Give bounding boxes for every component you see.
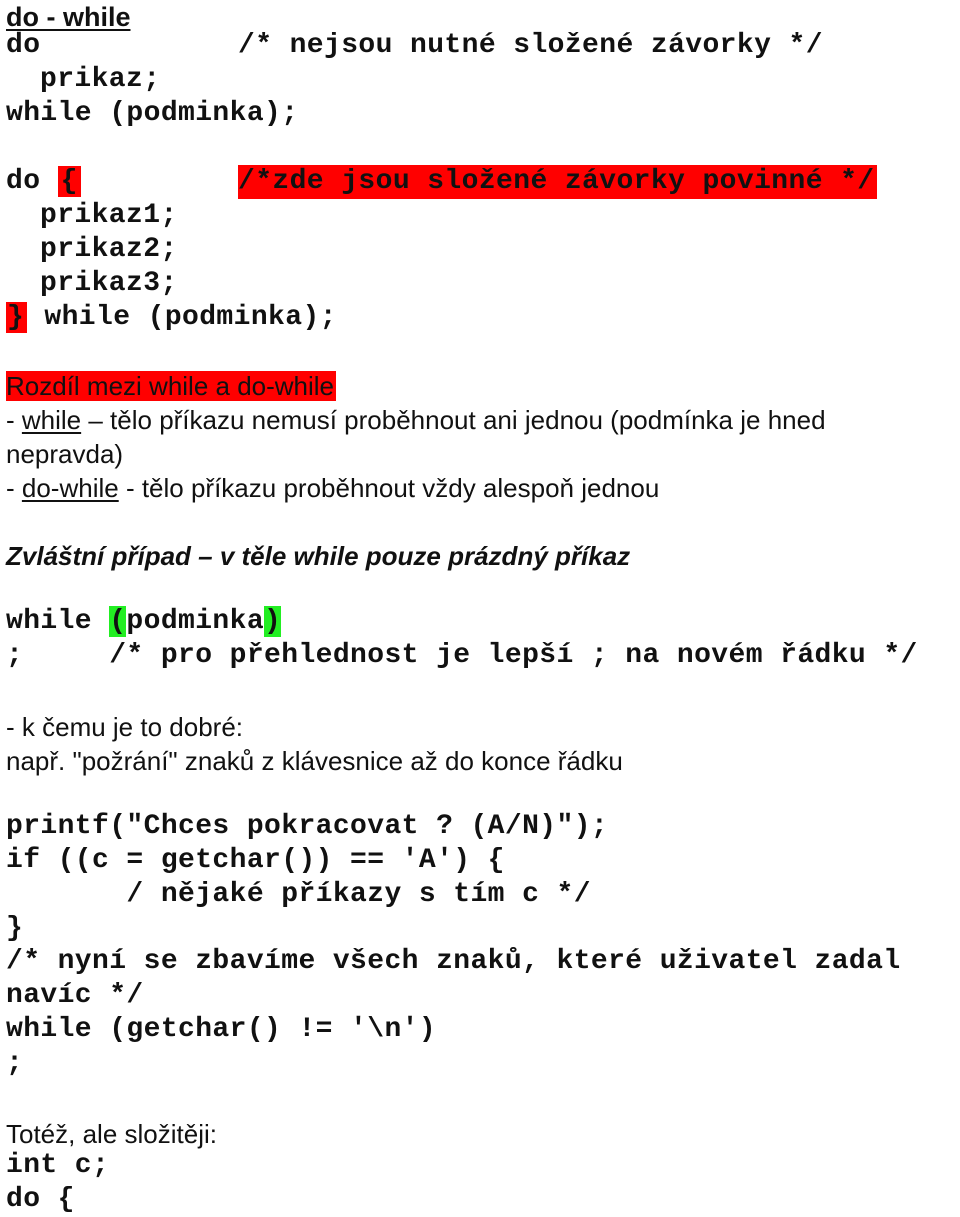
text-line: - do-while - tělo příkazu proběhnout vžd…	[6, 471, 659, 505]
section-title: Zvláštní případ – v těle while pouze prá…	[6, 541, 631, 571]
highlighted-paren: (	[109, 606, 127, 637]
code-line: while (getchar() != '\n')	[6, 1014, 437, 1045]
text: – tělo příkazu nemusí proběhnout ani jed…	[81, 405, 826, 435]
highlighted-title: Rozdíl mezi while a do-while	[6, 371, 337, 401]
code-line: if ((c = getchar()) == 'A') {	[6, 845, 505, 876]
keyword-do-while: do-while	[21, 473, 119, 503]
bullet: -	[6, 405, 22, 435]
highlighted-comment: /*zde jsou složené závorky povinné */	[238, 165, 877, 199]
code-line: navíc */	[6, 980, 144, 1011]
keyword-while: while	[21, 405, 82, 435]
text-line: např. "požrání" znaků z klávesnice až do…	[6, 746, 623, 776]
text: - tělo příkazu proběhnout vždy alespoň j…	[118, 473, 660, 503]
code-line: prikaz1;	[40, 200, 178, 231]
code-line: prikaz2;	[40, 234, 178, 265]
code-line: ;	[6, 1048, 24, 1079]
code-line: while (podminka)	[6, 605, 282, 639]
code-line: prikaz;	[40, 64, 161, 95]
code-line: /* nyní se zbavíme všech znaků, které už…	[6, 946, 901, 977]
code-line: do /* nejsou nutné složené závorky */	[6, 29, 823, 63]
section-title: Rozdíl mezi while a do-while	[6, 369, 337, 403]
code-line: int c;	[6, 1150, 110, 1181]
code-line: while (podminka);	[6, 98, 299, 129]
text-line: Totéž, ale složitěji:	[6, 1119, 217, 1149]
code-line: do {	[6, 1184, 75, 1215]
text-line: nepravda)	[6, 439, 124, 469]
code-keyword: while	[6, 606, 110, 637]
highlighted-brace: {	[57, 166, 81, 197]
text-line: - while – tělo příkazu nemusí proběhnout…	[6, 403, 826, 437]
bullet: -	[6, 473, 22, 503]
code-line: }	[6, 913, 24, 944]
highlighted-paren: )	[264, 606, 282, 637]
code-line: do { /*zde jsou složené závorky povinné *…	[6, 165, 877, 199]
code-text: podminka	[126, 606, 265, 637]
code-line: / nějaké příkazy s tím c */	[6, 879, 591, 910]
code-comment: /* nejsou nutné složené závorky */	[238, 30, 823, 61]
code-line: } while (podminka);	[6, 301, 337, 335]
code-line: printf("Chces pokracovat ? (A/N)");	[6, 811, 609, 842]
text-line: - k čemu je to dobré:	[6, 712, 243, 742]
code-line: ; /* pro přehlednost je lepší ; na novém…	[6, 640, 918, 671]
code-keyword: do	[6, 166, 58, 197]
code-keyword: do	[6, 30, 41, 61]
highlighted-brace: }	[6, 302, 28, 333]
code-line: prikaz3;	[40, 268, 178, 299]
code-text: while (podminka);	[27, 302, 337, 333]
